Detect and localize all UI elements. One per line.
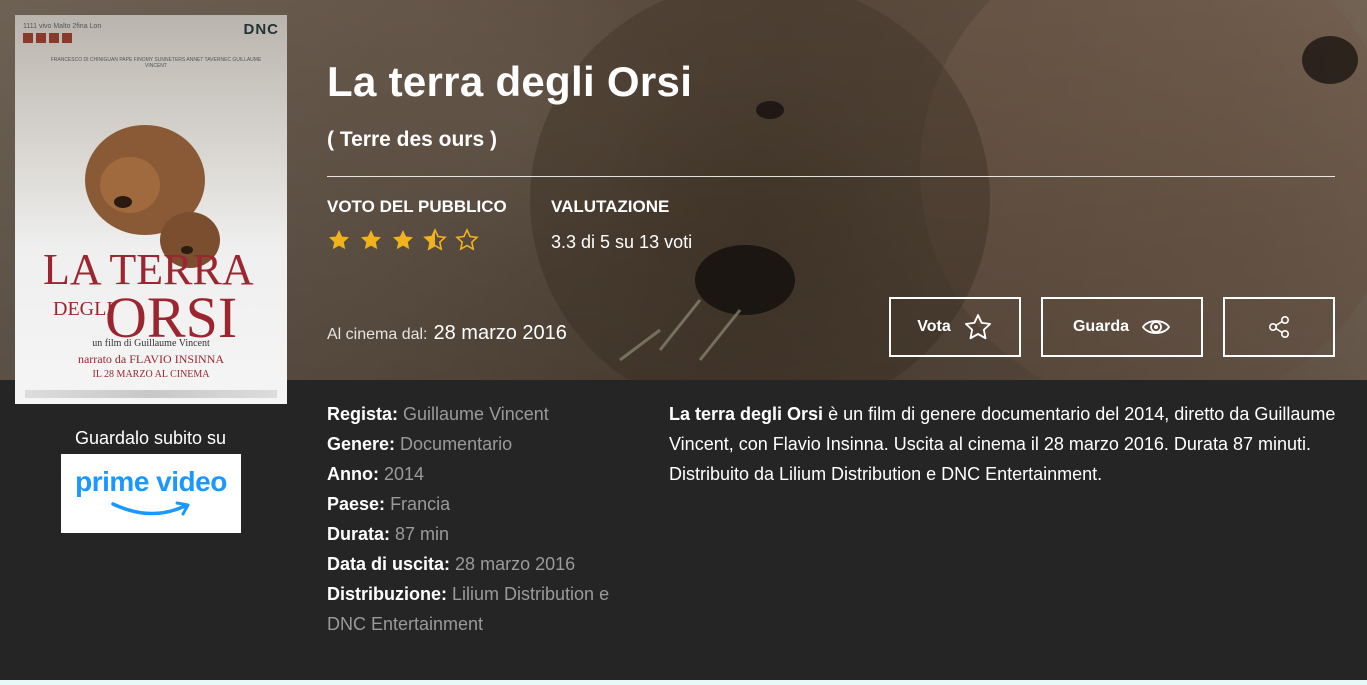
poster-credits: FRANCESCO DI CHINIGUAN PAPE FINOMY SUNNE… xyxy=(50,57,262,69)
detail-row-year: Anno: 2014 xyxy=(327,464,425,484)
star-full-icon xyxy=(329,230,349,250)
audience-star-rating[interactable] xyxy=(327,228,479,252)
release-label: Al cinema dal: xyxy=(327,326,428,343)
star-outline-icon xyxy=(964,314,991,340)
prime-video-logo-text: prime video xyxy=(75,466,227,497)
vote-button-label: Vota xyxy=(917,318,951,335)
streaming-label: Guardalo subito su xyxy=(74,428,227,448)
detail-row-country: Paese: Francia xyxy=(327,494,451,514)
poster-date: IL 28 MARZO AL CINEMA xyxy=(92,369,210,380)
movie-poster[interactable]: 1111 vivo Malto 2fina Lon DNC FRANCESCO … xyxy=(15,15,287,404)
rating-summary: 3.3 di 5 su 13 voti xyxy=(551,232,693,252)
release-date: 28 marzo 2016 xyxy=(433,322,567,344)
share-icon xyxy=(1269,316,1289,338)
watch-button[interactable]: Guarda xyxy=(1041,297,1203,357)
poster-title-line2: ORSI xyxy=(105,285,238,350)
original-title: ( Terre des ours ) xyxy=(327,128,497,151)
star-half-icon xyxy=(423,228,447,251)
poster-title-line1: LA TERRA xyxy=(43,245,254,294)
movie-details-list: Regista: Guillaume Vincent Genere: Docum… xyxy=(327,399,637,639)
poster-festival-badges xyxy=(23,33,72,43)
eye-icon xyxy=(1141,320,1171,334)
poster-title-small: DEGLI xyxy=(53,298,113,320)
detail-row-duration: Durata: 87 min xyxy=(327,524,450,544)
hero-divider xyxy=(327,176,1335,177)
synopsis-title: La terra degli Orsi xyxy=(669,404,824,424)
poster-brand-logo: DNC xyxy=(243,21,279,38)
watch-button-label: Guarda xyxy=(1072,318,1129,335)
detail-row-distribution: Distribuzione: Lilium Distribution e DNC… xyxy=(327,584,610,634)
detail-row-release-date: Data di uscita: 28 marzo 2016 xyxy=(327,554,576,574)
star-empty-icon xyxy=(455,228,479,251)
poster-top-text: 1111 vivo Malto 2fina Lon xyxy=(23,23,102,30)
star-full-icon xyxy=(361,230,381,250)
detail-row-genre: Genere: Documentario xyxy=(327,434,513,454)
movie-synopsis: La terra degli Orsi è un film di genere … xyxy=(669,399,1339,489)
rating-label: VALUTAZIONE xyxy=(551,197,670,216)
movie-title: La terra degli Orsi xyxy=(327,58,693,105)
prime-video-link[interactable]: prime video xyxy=(61,454,241,533)
release-info: Al cinema dal: 28 marzo 2016 xyxy=(327,322,567,345)
vote-button[interactable]: Vota xyxy=(889,297,1021,357)
detail-row-director: Regista: Guillaume Vincent xyxy=(327,404,549,424)
bottom-strip xyxy=(0,680,1367,685)
share-button[interactable] xyxy=(1223,297,1335,357)
poster-narrator: narrato da FLAVIO INSINNA xyxy=(77,352,225,366)
poster-subtitle: un film di Guillaume Vincent xyxy=(92,338,210,349)
audience-rating-label: VOTO DEL PUBBLICO xyxy=(327,197,507,216)
poster-sponsor-logos xyxy=(25,390,277,398)
amazon-smile-icon xyxy=(111,501,190,516)
star-full-icon xyxy=(393,230,413,250)
